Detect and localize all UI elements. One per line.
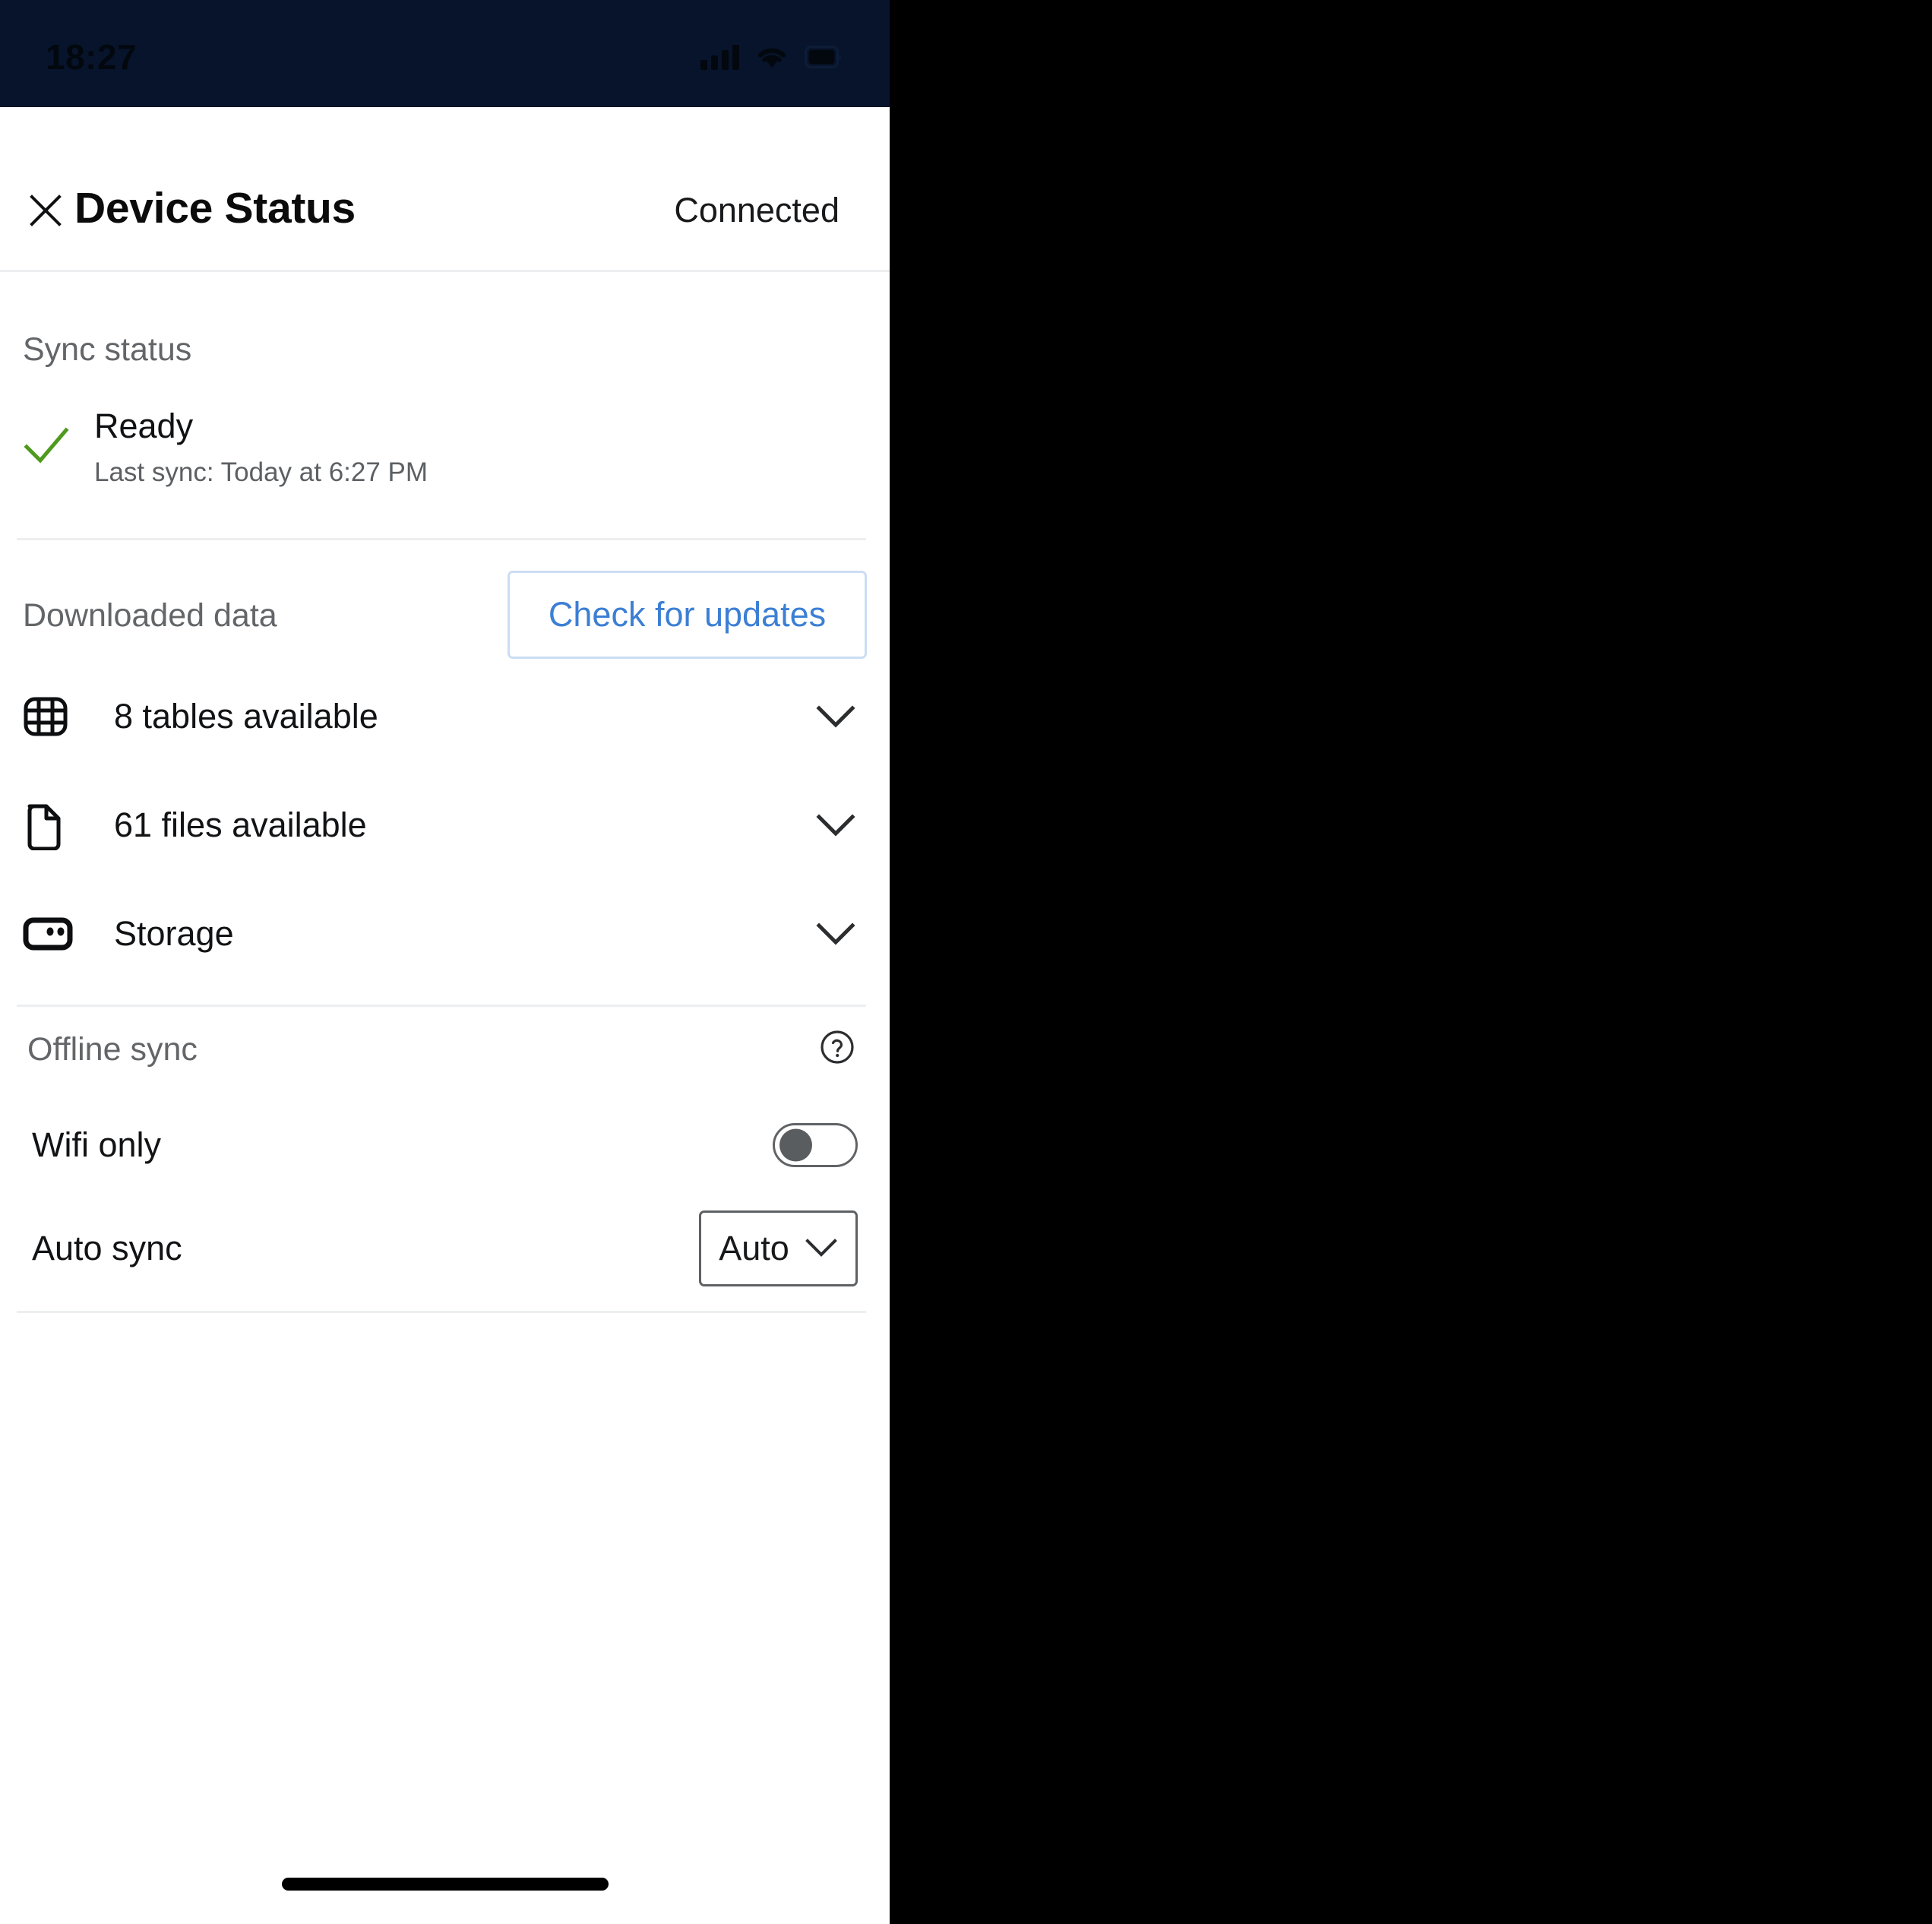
downloaded-data-row-storage[interactable]: Storage (23, 879, 867, 988)
row-label: Storage (114, 913, 234, 953)
system-status-bar: 18:27 (0, 0, 890, 107)
offline-sync-heading: Offline sync (27, 1031, 198, 1068)
sync-status-section: Sync status Ready Last sync: Today at 6:… (0, 272, 890, 541)
battery-icon (805, 45, 843, 68)
downloaded-data-header: Downloaded data Check for updates (23, 571, 867, 662)
storage-drive-icon (23, 915, 77, 953)
row-label: 61 files available (114, 805, 367, 844)
downloaded-data-heading: Downloaded data (23, 597, 277, 634)
sync-status-row: Ready Last sync: Today at 6:27 PM (23, 408, 890, 488)
offline-sync-section: Offline sync Wifi only Auto sync Auto (0, 1007, 890, 1314)
file-document-icon (23, 800, 77, 850)
sync-status-texts: Ready Last sync: Today at 6:27 PM (94, 408, 428, 488)
close-icon (30, 195, 62, 226)
phone-screen: 18:27 Device Status Connected Sync statu… (0, 0, 890, 1924)
page-title: Device Status (74, 184, 356, 233)
last-sync-label: Last sync: Today at 6:27 PM (94, 457, 428, 488)
chevron-down-icon (805, 1237, 838, 1261)
auto-sync-value: Auto (719, 1229, 789, 1268)
downloaded-data-section: Downloaded data Check for updates 8 tabl… (0, 540, 890, 1008)
help-circle-icon (821, 1030, 854, 1064)
checkmark-icon (23, 425, 70, 471)
help-button[interactable] (817, 1027, 858, 1068)
toggle-knob (779, 1128, 812, 1162)
wifi-only-label: Wifi only (32, 1125, 162, 1165)
wifi-only-toggle[interactable] (773, 1123, 858, 1168)
divider (17, 1311, 866, 1314)
status-bar-clock: 18:27 (46, 36, 138, 77)
auto-sync-label: Auto sync (32, 1229, 182, 1268)
chevron-down-icon[interactable] (814, 803, 858, 847)
check-for-updates-button[interactable]: Check for updates (508, 571, 867, 660)
row-label: 8 tables available (114, 696, 378, 736)
status-bar-icons (700, 44, 843, 70)
downloaded-data-row-tables[interactable]: 8 tables available (23, 662, 867, 771)
auto-sync-row: Auto sync Auto (23, 1197, 867, 1300)
chevron-down-icon[interactable] (814, 695, 858, 739)
home-indicator[interactable] (281, 1878, 609, 1891)
downloaded-data-row-files[interactable]: 61 files available (23, 771, 867, 879)
connection-status-text: Connected (674, 191, 840, 229)
close-button[interactable] (17, 182, 74, 239)
app-header: Device Status Connected (0, 107, 890, 272)
chevron-down-icon[interactable] (814, 912, 858, 956)
table-grid-icon (23, 694, 77, 739)
offline-sync-header: Offline sync (23, 1021, 867, 1093)
cellular-signal-icon (700, 44, 739, 70)
sync-status-heading: Sync status (23, 331, 192, 368)
sync-state-label: Ready (94, 407, 194, 445)
settings-content: Sync status Ready Last sync: Today at 6:… (0, 272, 890, 1314)
wifi-only-row: Wifi only (23, 1093, 867, 1197)
auto-sync-dropdown[interactable]: Auto (699, 1210, 858, 1287)
wifi-icon (756, 45, 788, 69)
